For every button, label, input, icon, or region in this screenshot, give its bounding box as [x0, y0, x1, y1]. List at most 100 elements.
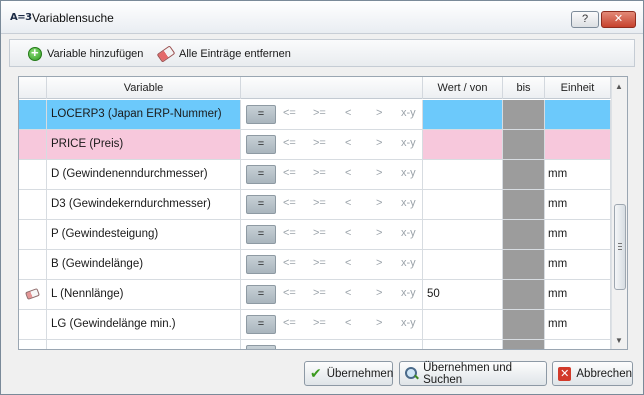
- operator-ge-button[interactable]: >=: [313, 317, 326, 329]
- value-from-cell[interactable]: [423, 340, 503, 349]
- operator-lt-button[interactable]: <: [345, 167, 351, 179]
- scroll-up-icon[interactable]: ▲: [615, 82, 623, 91]
- operator-range-button[interactable]: x-y: [401, 107, 416, 119]
- equals-operator-button[interactable]: [246, 345, 276, 349]
- equals-operator-button[interactable]: =: [246, 315, 276, 334]
- equals-operator-button[interactable]: =: [246, 255, 276, 274]
- equals-operator-button[interactable]: =: [246, 225, 276, 244]
- clear-all-button[interactable]: Alle Einträge entfernen: [156, 44, 291, 64]
- unit-cell[interactable]: mm: [545, 220, 611, 249]
- table-row[interactable]: LG (Gewindelänge min.) = <= >= < > x-y mm: [19, 310, 611, 340]
- variable-name-cell[interactable]: [47, 340, 241, 349]
- operator-le-button[interactable]: <=: [283, 317, 296, 329]
- variable-name-cell[interactable]: LG (Gewindelänge min.): [47, 310, 241, 339]
- operator-le-button[interactable]: <=: [283, 137, 296, 149]
- row-icon-cell[interactable]: [19, 340, 47, 349]
- unit-cell[interactable]: mm: [545, 310, 611, 339]
- header-unit[interactable]: Einheit: [545, 77, 611, 99]
- value-from-cell[interactable]: [423, 310, 503, 339]
- operator-lt-button[interactable]: <: [345, 107, 351, 119]
- variable-name-cell[interactable]: D3 (Gewindekerndurchmesser): [47, 190, 241, 219]
- scroll-down-icon[interactable]: ▼: [615, 336, 623, 345]
- operator-gt-button[interactable]: >: [376, 287, 382, 299]
- header-value-from[interactable]: Wert / von: [423, 77, 503, 99]
- row-icon-cell[interactable]: [19, 130, 47, 159]
- variable-name-cell[interactable]: B (Gewindelänge): [47, 250, 241, 279]
- add-variable-button[interactable]: Variable hinzufügen: [28, 44, 143, 64]
- row-icon-cell[interactable]: [19, 190, 47, 219]
- vertical-scrollbar[interactable]: ▲ ▼: [611, 77, 627, 349]
- operator-gt-button[interactable]: >: [376, 137, 382, 149]
- operator-ge-button[interactable]: >=: [313, 227, 326, 239]
- row-icon-cell[interactable]: [19, 250, 47, 279]
- operator-le-button[interactable]: <=: [283, 197, 296, 209]
- operator-ge-button[interactable]: >=: [313, 287, 326, 299]
- value-from-cell[interactable]: [423, 220, 503, 249]
- table-row[interactable]: LOCERP3 (Japan ERP-Nummer) = <= >= < > x-y: [19, 100, 611, 130]
- value-from-cell[interactable]: [423, 190, 503, 219]
- header-value-to[interactable]: bis: [503, 77, 545, 99]
- equals-operator-button[interactable]: =: [246, 135, 276, 154]
- help-button[interactable]: ?: [571, 11, 599, 28]
- row-icon-cell[interactable]: [19, 220, 47, 249]
- operator-range-button[interactable]: x-y: [401, 287, 416, 299]
- operator-ge-button[interactable]: >=: [313, 167, 326, 179]
- variable-name-cell[interactable]: PRICE (Preis): [47, 130, 241, 159]
- row-icon-cell[interactable]: [19, 310, 47, 339]
- table-row[interactable]: PRICE (Preis) = <= >= < > x-y: [19, 130, 611, 160]
- row-icon-cell[interactable]: [19, 100, 47, 129]
- table-row[interactable]: P (Gewindesteigung) = <= >= < > x-y mm: [19, 220, 611, 250]
- close-button[interactable]: ✕: [601, 11, 636, 28]
- operator-lt-button[interactable]: <: [345, 137, 351, 149]
- operator-lt-button[interactable]: <: [345, 257, 351, 269]
- operator-lt-button[interactable]: <: [345, 287, 351, 299]
- operator-le-button[interactable]: <=: [283, 167, 296, 179]
- eraser-icon[interactable]: [25, 288, 40, 300]
- table-row[interactable]: D3 (Gewindekerndurchmesser) = <= >= < > x-y mm: [19, 190, 611, 220]
- operator-ge-button[interactable]: >=: [313, 107, 326, 119]
- operator-lt-button[interactable]: <: [345, 317, 351, 329]
- operator-ge-button[interactable]: >=: [313, 257, 326, 269]
- variable-name-cell[interactable]: P (Gewindesteigung): [47, 220, 241, 249]
- cancel-button[interactable]: ✕ Abbrechen: [552, 361, 633, 386]
- operator-le-button[interactable]: <=: [283, 107, 296, 119]
- operator-range-button[interactable]: x-y: [401, 257, 416, 269]
- operator-le-button[interactable]: <=: [283, 227, 296, 239]
- operator-lt-button[interactable]: <: [345, 197, 351, 209]
- value-from-cell[interactable]: [423, 250, 503, 279]
- header-variable[interactable]: Variable: [47, 77, 241, 99]
- unit-cell[interactable]: [545, 340, 611, 349]
- operator-range-button[interactable]: x-y: [401, 317, 416, 329]
- unit-cell[interactable]: mm: [545, 280, 611, 309]
- table-row[interactable]: D (Gewindenenndurchmesser) = <= >= < > x-y mm: [19, 160, 611, 190]
- operator-range-button[interactable]: x-y: [401, 197, 416, 209]
- scrollbar-thumb[interactable]: [614, 204, 626, 290]
- operator-ge-button[interactable]: >=: [313, 197, 326, 209]
- operator-range-button[interactable]: x-y: [401, 227, 416, 239]
- equals-operator-button[interactable]: =: [246, 195, 276, 214]
- row-icon-cell[interactable]: [19, 160, 47, 189]
- variable-name-cell[interactable]: LOCERP3 (Japan ERP-Nummer): [47, 100, 241, 129]
- unit-cell[interactable]: [545, 100, 611, 129]
- unit-cell[interactable]: mm: [545, 190, 611, 219]
- row-icon-cell[interactable]: [19, 280, 47, 309]
- apply-and-search-button[interactable]: Übernehmen und Suchen: [399, 361, 547, 386]
- variable-name-cell[interactable]: L (Nennlänge): [47, 280, 241, 309]
- operator-gt-button[interactable]: >: [376, 197, 382, 209]
- equals-operator-button[interactable]: =: [246, 285, 276, 304]
- unit-cell[interactable]: [545, 130, 611, 159]
- apply-button[interactable]: ✔ Übernehmen: [304, 361, 393, 386]
- equals-operator-button[interactable]: =: [246, 165, 276, 184]
- value-from-cell[interactable]: 50: [423, 280, 503, 309]
- value-from-cell[interactable]: [423, 160, 503, 189]
- table-row[interactable]: L (Nennlänge) = <= >= < > x-y 50 mm: [19, 280, 611, 310]
- operator-le-button[interactable]: <=: [283, 287, 296, 299]
- operator-gt-button[interactable]: >: [376, 317, 382, 329]
- operator-ge-button[interactable]: >=: [313, 137, 326, 149]
- operator-range-button[interactable]: x-y: [401, 137, 416, 149]
- unit-cell[interactable]: mm: [545, 250, 611, 279]
- equals-operator-button[interactable]: =: [246, 105, 276, 124]
- value-from-cell[interactable]: [423, 100, 503, 129]
- unit-cell[interactable]: mm: [545, 160, 611, 189]
- operator-range-button[interactable]: x-y: [401, 167, 416, 179]
